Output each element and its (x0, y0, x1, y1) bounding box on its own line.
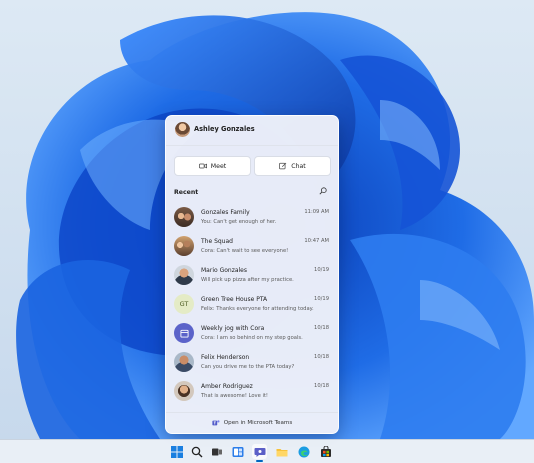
edge-icon (298, 446, 309, 457)
widgets-button[interactable] (230, 444, 245, 459)
store-button[interactable] (318, 444, 333, 459)
task-view-icon (211, 448, 222, 455)
conversation-time: 10/18 (314, 383, 329, 389)
conversation-preview: That is awesome! Love it! (201, 392, 269, 399)
conversation-preview: Cora: I am so behind on my step goals. (201, 334, 303, 341)
conversation-item[interactable]: Felix Henderson Can you drive me to the … (166, 348, 338, 377)
avatar-initials: GT (179, 300, 189, 308)
taskbar-search-button[interactable] (189, 444, 204, 459)
compose-icon (279, 162, 287, 170)
chat-button[interactable]: Chat (254, 156, 331, 176)
conversation-time: 10/18 (314, 325, 329, 331)
start-button[interactable] (169, 444, 184, 459)
conversation-item[interactable]: Weekly jog with Cora Cora: I am so behin… (166, 319, 338, 348)
conversation-time: 10/19 (314, 267, 329, 273)
conversation-preview: Can you drive me to the PTA today? (201, 363, 295, 370)
start-icon (170, 445, 183, 458)
flyout-header: Ashley Gonzales (166, 116, 338, 144)
task-view-button[interactable] (209, 444, 224, 459)
recent-heading: Recent (174, 189, 199, 196)
person-avatar (174, 352, 194, 372)
open-in-teams-link[interactable]: Open in Microsoft Teams (166, 412, 338, 433)
group-avatar (174, 207, 194, 227)
conversation-time: 10:47 AM (304, 238, 329, 244)
meet-label: Meet (210, 162, 227, 170)
divider (166, 145, 338, 146)
store-icon (320, 445, 331, 457)
file-explorer-button[interactable] (274, 444, 289, 459)
taskbar (0, 439, 534, 463)
conversation-name: The Squad (201, 238, 233, 245)
edge-button[interactable] (296, 444, 311, 459)
conversation-time: 10/19 (314, 296, 329, 302)
conversation-preview: Will pick up pizza after my practice. (201, 276, 294, 283)
conversation-name: Felix Henderson (201, 354, 250, 361)
calendar-avatar (174, 323, 194, 343)
user-name: Ashley Gonzales (194, 125, 255, 133)
conversation-time: 10/18 (314, 354, 329, 360)
conversation-name: Mario Gonzales (201, 267, 247, 274)
conversation-item[interactable]: Amber Rodriguez That is awesome! Love it… (166, 377, 338, 406)
conversation-name: Amber Rodriguez (201, 383, 253, 390)
teams-icon (212, 420, 220, 426)
conversation-time: 11:09 AM (304, 209, 329, 215)
video-camera-icon (198, 163, 207, 169)
conversation-name: Green Tree House PTA (201, 296, 268, 303)
conversation-item[interactable]: The Squad Cora: Can't wait to see everyo… (166, 232, 338, 261)
group-avatar (174, 236, 194, 256)
search-icon (191, 446, 202, 457)
conversation-item[interactable]: Gonzales Family You: Can't get enough of… (166, 203, 338, 232)
search-icon[interactable] (319, 187, 327, 195)
chat-flyout: Ashley Gonzales Meet Chat Recent Gonzale… (165, 115, 339, 434)
conversation-item[interactable]: Mario Gonzales Will pick up pizza after … (166, 261, 338, 290)
open-in-teams-label: Open in Microsoft Teams (223, 420, 293, 426)
user-avatar[interactable] (175, 122, 190, 137)
person-avatar (174, 381, 194, 401)
conversation-item[interactable]: GT Green Tree House PTA Felix: Thanks ev… (166, 290, 338, 319)
widgets-icon (232, 446, 243, 457)
calendar-icon (179, 329, 189, 338)
chat-label: Chat (291, 162, 306, 170)
conversation-preview: Cora: Can't wait to see everyone! (201, 247, 289, 254)
person-avatar (174, 265, 194, 285)
file-explorer-icon (276, 448, 287, 456)
initials-avatar: GT (174, 294, 194, 314)
conversation-name: Weekly jog with Cora (201, 325, 265, 332)
conversation-preview: You: Can't get enough of her. (201, 218, 277, 225)
conversation-name: Gonzales Family (201, 209, 250, 216)
chat-taskbar-button[interactable] (252, 444, 267, 462)
conversation-preview: Felix: Thanks everyone for attending tod… (201, 305, 314, 312)
chat-icon (254, 447, 265, 457)
meet-button[interactable]: Meet (174, 156, 251, 176)
